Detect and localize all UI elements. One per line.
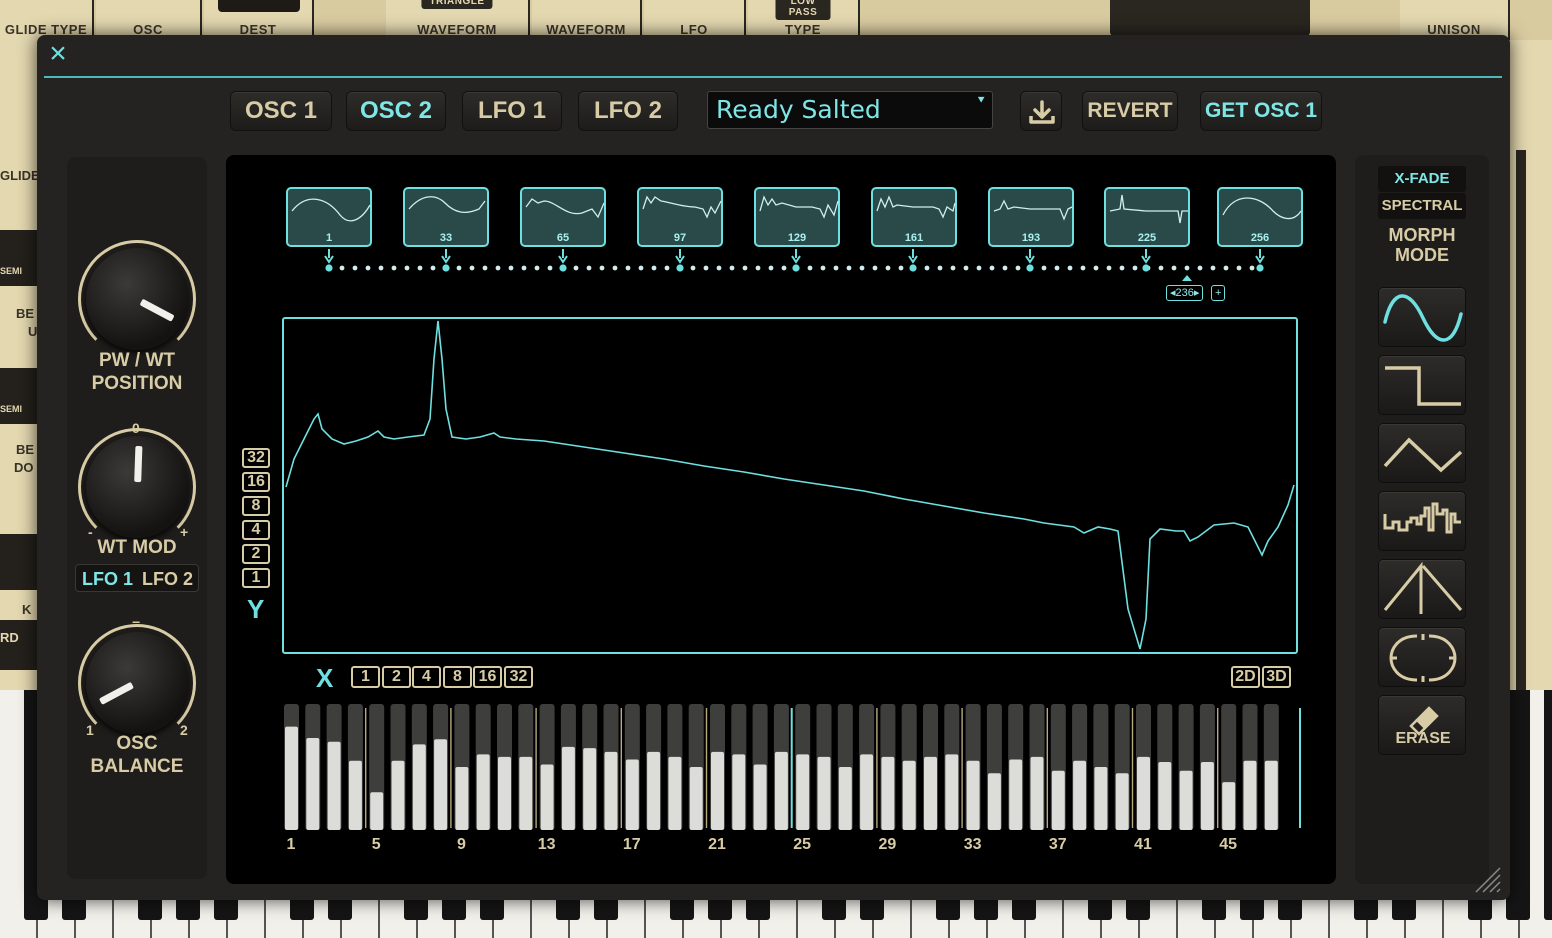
harmonic-slider[interactable]	[1157, 704, 1173, 830]
harmonic-number-label: 41	[1134, 836, 1152, 853]
triangle-wave-button[interactable]	[1378, 423, 1466, 483]
harmonic-slider[interactable]	[1242, 704, 1258, 830]
harmonic-number-label: 33	[963, 836, 982, 853]
harmonic-slider[interactable]	[390, 704, 406, 830]
harmonic-number-label: 29	[878, 836, 897, 853]
harmonic-slider[interactable]	[1072, 704, 1088, 830]
erase-button[interactable]: ERASE	[1378, 695, 1466, 755]
harmonic-slider[interactable]	[923, 704, 938, 830]
harmonic-slider[interactable]	[518, 704, 534, 830]
harmonic-slider[interactable]	[667, 704, 683, 830]
erase-label: ERASE	[1395, 730, 1451, 747]
harmonic-slider[interactable]	[411, 704, 427, 830]
harmonic-slider[interactable]	[1029, 704, 1045, 830]
random-wave-icon	[1383, 502, 1461, 534]
harmonic-slider[interactable]	[475, 704, 491, 830]
harmonic-slider[interactable]	[837, 704, 853, 830]
harmonic-slider[interactable]	[752, 704, 768, 830]
harmonic-slider[interactable]	[326, 704, 342, 830]
harmonic-slider[interactable]	[369, 704, 385, 830]
harmonic-number-label: 17	[622, 836, 641, 853]
square-wave-icon	[1385, 366, 1461, 406]
harmonic-slider[interactable]	[497, 704, 512, 830]
harmonic-slider[interactable]	[284, 704, 299, 830]
morph-label-line-2: MODE	[1395, 245, 1449, 265]
harmonic-slider[interactable]	[1093, 704, 1109, 830]
harmonic-slider[interactable]	[1221, 704, 1237, 830]
harmonic-slider[interactable]	[305, 704, 321, 830]
harmonic-slider[interactable]	[986, 704, 1002, 830]
harmonic-slider[interactable]	[560, 704, 576, 830]
harmonic-slider[interactable]	[1008, 704, 1024, 830]
harmonic-slider[interactable]	[965, 704, 981, 830]
harmonic-slider[interactable]	[646, 704, 662, 830]
resize-grip-icon[interactable]	[1474, 866, 1502, 894]
harmonic-slider[interactable]	[1050, 704, 1066, 830]
harmonic-slider[interactable]	[901, 704, 917, 830]
harmonic-sliders[interactable]	[0, 0, 1552, 938]
harmonic-slider[interactable]	[688, 704, 704, 830]
sine-wave-button[interactable]	[1378, 287, 1466, 347]
morph-label-line-1: MORPH	[1388, 225, 1456, 245]
sine-wave-icon	[1383, 294, 1463, 342]
harmonic-number-label: 21	[708, 836, 726, 853]
spectral-mode-button[interactable]: SPECTRAL	[1378, 193, 1466, 219]
harmonic-number-label: 5	[371, 836, 381, 853]
normalize-button[interactable]	[1378, 627, 1466, 687]
saw-wave-button[interactable]	[1378, 559, 1466, 619]
harmonic-number-label: 25	[793, 836, 812, 853]
harmonic-slider[interactable]	[773, 704, 789, 830]
harmonic-slider[interactable]	[603, 704, 619, 830]
harmonic-slider[interactable]	[816, 704, 832, 830]
harmonic-slider[interactable]	[582, 704, 598, 830]
harmonic-slider[interactable]	[433, 704, 449, 830]
harmonic-slider[interactable]	[1199, 704, 1215, 830]
harmonic-slider[interactable]	[539, 704, 555, 830]
random-wave-button[interactable]	[1378, 491, 1466, 551]
square-wave-button[interactable]	[1378, 355, 1466, 415]
harmonic-number-label: 1	[286, 836, 296, 853]
harmonic-number-label: 9	[456, 836, 466, 853]
harmonic-slider[interactable]	[624, 704, 640, 830]
normalize-icon	[1389, 634, 1457, 682]
xfade-mode-button[interactable]: X-FADE	[1378, 166, 1466, 192]
harmonic-slider[interactable]	[859, 704, 875, 830]
harmonic-slider[interactable]	[1136, 704, 1151, 830]
harmonic-slider[interactable]	[1178, 704, 1194, 830]
harmonic-number-label: 37	[1048, 836, 1067, 853]
harmonic-slider[interactable]	[347, 704, 363, 830]
saw-wave-icon	[1383, 561, 1463, 614]
harmonic-slider[interactable]	[1263, 704, 1279, 830]
harmonic-slider[interactable]	[454, 704, 470, 830]
harmonic-number-label: 13	[537, 836, 556, 853]
harmonic-number-label: 45	[1219, 836, 1238, 853]
harmonic-slider[interactable]	[880, 704, 896, 830]
harmonic-slider[interactable]	[710, 704, 725, 830]
morph-mode-label: MORPH MODE	[1355, 225, 1489, 265]
triangle-wave-icon	[1383, 437, 1463, 473]
harmonic-slider[interactable]	[944, 704, 960, 830]
harmonic-slider[interactable]	[731, 704, 747, 830]
harmonic-slider[interactable]	[1114, 704, 1130, 830]
harmonic-slider[interactable]	[795, 704, 811, 830]
